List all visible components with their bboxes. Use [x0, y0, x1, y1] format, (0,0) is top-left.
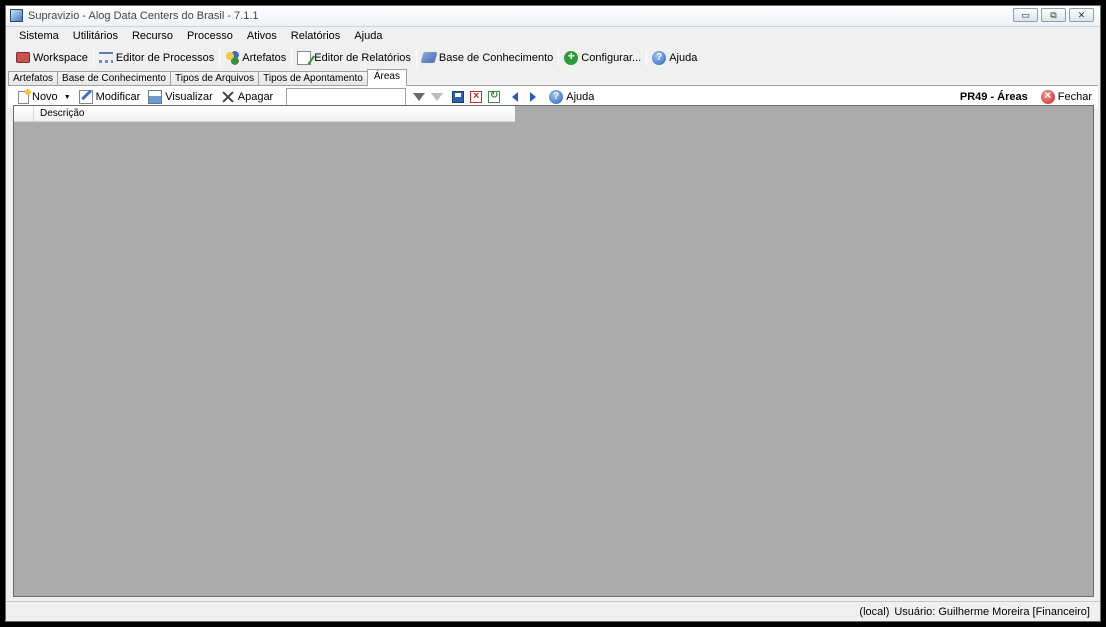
menu-recurso[interactable]: Recurso [125, 27, 180, 46]
new-icon [18, 88, 31, 104]
screen-title: PR49 - Áreas [959, 91, 1028, 103]
toolbar-separator [447, 89, 449, 105]
knowledge-base-icon [420, 52, 438, 63]
cancel-icon[interactable] [470, 90, 483, 103]
clear-filter-icon[interactable] [431, 93, 444, 101]
chevron-down-icon[interactable]: ▼ [64, 94, 71, 101]
minimize-button[interactable]: ▭ [1013, 8, 1038, 22]
tab-artefatos[interactable]: Artefatos [8, 71, 59, 86]
report-editor-button[interactable]: Editor de Relatórios [293, 48, 415, 68]
process-editor-label: Editor de Processos [115, 51, 215, 64]
help-button[interactable]: Ajuda [648, 48, 701, 68]
column-header-descricao[interactable]: Descrição [34, 106, 84, 121]
status-user: Usuário: Guilherme Moreira [Financeiro] [894, 605, 1090, 618]
menu-utilitarios[interactable]: Utilitários [66, 27, 125, 46]
configure-icon [564, 49, 579, 65]
save-icon[interactable] [452, 91, 465, 103]
next-icon[interactable] [530, 92, 537, 102]
menu-sistema[interactable]: Sistema [12, 27, 66, 46]
report-editor-icon [297, 50, 312, 65]
title-bar: Supravizio - Alog Data Centers do Brasil… [6, 6, 1100, 27]
artifacts-icon [225, 50, 240, 65]
new-label: Novo [32, 91, 58, 103]
status-server: (local) [859, 605, 890, 618]
process-editor-icon [98, 52, 113, 63]
workspace-label: Workspace [33, 51, 88, 64]
workspace-button[interactable]: Workspace [12, 48, 92, 68]
toolbar-separator [504, 89, 506, 105]
knowledge-base-button[interactable]: Base de Conhecimento [418, 48, 557, 68]
toolbar-separator [543, 89, 545, 105]
filter-icon[interactable] [413, 93, 426, 101]
toolbar-separator [92, 49, 94, 66]
status-bar: (local) Usuário: Guilherme Moreira [Fina… [6, 601, 1100, 621]
close-window-button[interactable]: ✕ [1069, 8, 1094, 22]
menu-ativos[interactable]: Ativos [240, 27, 284, 46]
process-editor-button[interactable]: Editor de Processos [95, 48, 218, 68]
view-icon [148, 90, 163, 104]
menu-ajuda[interactable]: Ajuda [347, 27, 389, 46]
modify-label: Modificar [95, 91, 141, 103]
help-icon [652, 50, 667, 65]
delete-label: Apagar [237, 91, 274, 103]
close-icon [1040, 88, 1055, 104]
artifacts-button[interactable]: Artefatos [221, 48, 290, 68]
restore-button[interactable]: ⧉ [1041, 8, 1066, 22]
view-button[interactable]: Visualizar [144, 87, 217, 107]
refresh-icon[interactable] [488, 90, 501, 103]
view-label: Visualizar [165, 91, 213, 103]
modify-button[interactable]: Modificar [75, 87, 145, 107]
help-icon [549, 90, 564, 104]
tab-tipos-de-arquivos[interactable]: Tipos de Arquivos [170, 71, 260, 86]
close-tab-button[interactable]: Fechar [1037, 87, 1096, 107]
app-icon [10, 9, 23, 22]
window-title: Supravizio - Alog Data Centers do Brasil… [28, 10, 259, 22]
toolbar-separator [1034, 89, 1036, 105]
menu-bar: Sistema Utilitários Recurso Processo Ati… [6, 27, 1100, 46]
knowledge-base-label: Base de Conhecimento [438, 51, 554, 64]
menu-processo[interactable]: Processo [180, 27, 240, 46]
tab-tipos-de-apontamento[interactable]: Tipos de Apontamento [258, 71, 368, 86]
previous-icon[interactable] [512, 92, 519, 102]
delete-icon [221, 90, 235, 104]
modify-icon [78, 90, 93, 104]
configure-button[interactable]: Configurar... [560, 48, 645, 68]
new-button[interactable]: Novo ▼ [14, 87, 75, 107]
grid-header: Descrição [14, 106, 515, 122]
app-window: Supravizio - Alog Data Centers do Brasil… [5, 5, 1101, 622]
delete-button[interactable]: Apagar [217, 87, 277, 107]
workspace-icon [16, 52, 30, 63]
toolbar-separator [646, 49, 648, 66]
toolbar-separator [278, 89, 280, 105]
toolbar-separator [415, 49, 417, 66]
record-help-button[interactable]: Ajuda [545, 87, 598, 107]
help-label: Ajuda [669, 51, 698, 64]
document-tabs: Artefatos Base de Conhecimento Tipos de … [8, 69, 407, 86]
toolbar-separator [219, 49, 221, 66]
toolbar-separator [291, 49, 293, 66]
close-tab-label: Fechar [1057, 91, 1092, 103]
toolbar-separator [558, 49, 560, 66]
menu-relatorios[interactable]: Relatórios [284, 27, 348, 46]
main-toolbar: Workspace Editor de Processos Artefatos … [6, 46, 1100, 69]
tab-areas[interactable]: Áreas [366, 69, 407, 86]
artifacts-label: Artefatos [242, 51, 287, 64]
configure-label: Configurar... [581, 51, 642, 64]
data-grid[interactable]: Descrição [13, 105, 1094, 597]
row-indicator-header [14, 106, 34, 122]
search-input[interactable] [286, 87, 407, 107]
record-help-label: Ajuda [566, 91, 595, 103]
report-editor-label: Editor de Relatórios [314, 51, 411, 64]
tab-base-de-conhecimento[interactable]: Base de Conhecimento [57, 71, 171, 86]
